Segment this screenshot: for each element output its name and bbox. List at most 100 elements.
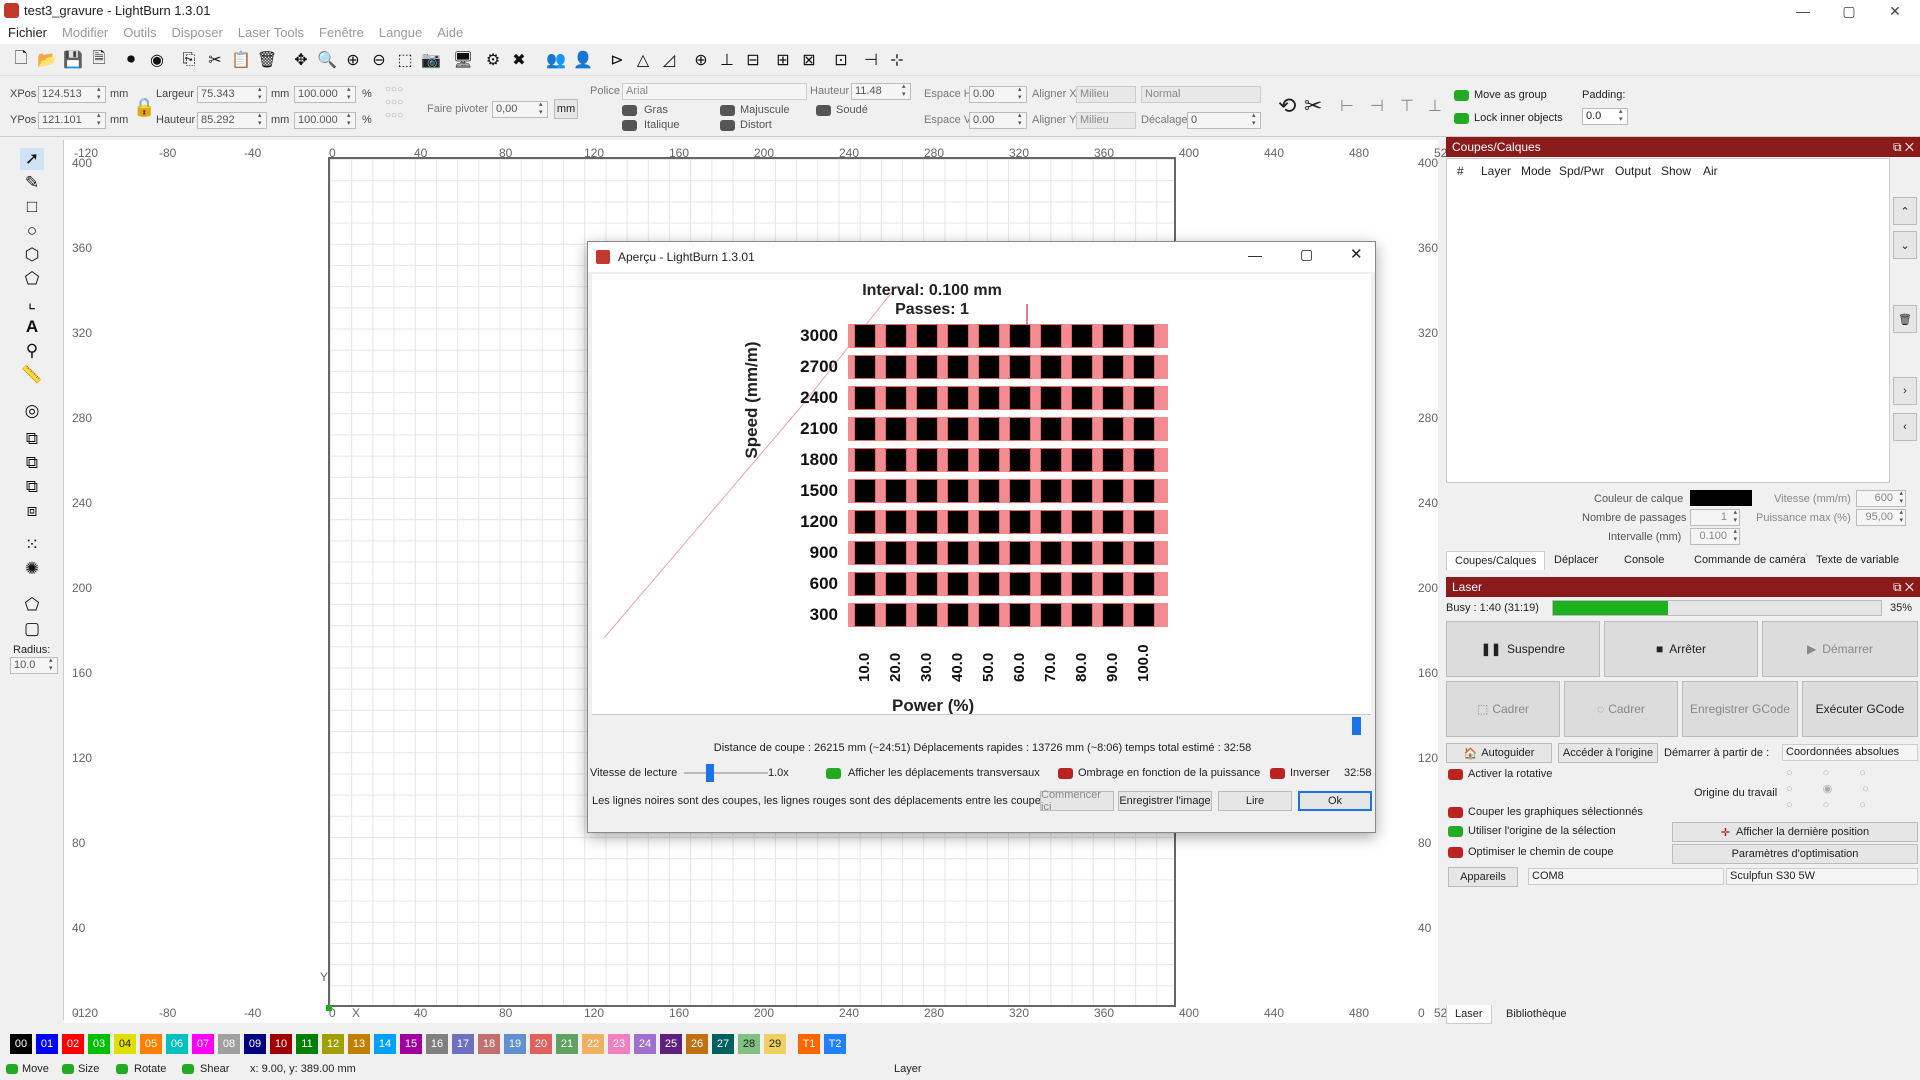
- espace-h-input[interactable]: 0.00: [969, 86, 1027, 103]
- hauteur-input[interactable]: 85.292: [197, 112, 267, 129]
- anchor-grid-icon[interactable]: ○○○ ○○○ ○○○: [385, 83, 403, 122]
- align-center-icon[interactable]: ⊟: [742, 49, 764, 71]
- align-right-icon[interactable]: ⊣: [1370, 96, 1384, 116]
- spacing-icon[interactable]: ⊣: [860, 49, 882, 71]
- trash-icon[interactable]: 🗑: [1893, 305, 1917, 333]
- palette-swatch-12[interactable]: 12: [322, 1034, 344, 1054]
- parametres-optimisation-button[interactable]: Paramètres d'optimisation: [1672, 844, 1918, 864]
- menu-disposer[interactable]: Disposer: [164, 22, 230, 40]
- ellipse-tool-icon[interactable]: ○: [20, 220, 44, 242]
- menu-langue[interactable]: Langue: [371, 22, 429, 40]
- cut-icon[interactable]: ✂: [204, 49, 226, 71]
- palette-swatch-25[interactable]: 25: [660, 1034, 682, 1054]
- coords-select[interactable]: Coordonnées absolues: [1782, 744, 1918, 761]
- pentagon-tool-icon[interactable]: ⬠: [20, 268, 44, 290]
- palette-swatch-19[interactable]: 19: [504, 1034, 526, 1054]
- move-icon[interactable]: ✥: [290, 49, 312, 71]
- commencer-ici-button[interactable]: Commencer ici: [1040, 789, 1114, 813]
- tab-camera[interactable]: Commande de caméra: [1686, 551, 1814, 569]
- palette-swatch-22[interactable]: 22: [582, 1034, 604, 1054]
- tab-deplacer[interactable]: Déplacer: [1546, 551, 1606, 569]
- couper-sel-toggle[interactable]: [1448, 807, 1463, 818]
- enregistrer-gcode-button[interactable]: Enregistrer GCode: [1682, 681, 1798, 737]
- autoguider-button[interactable]: 🏠 Autoguider: [1446, 743, 1552, 763]
- align-left-icon[interactable]: ⊢: [1340, 96, 1354, 116]
- rotate-toggle[interactable]: [116, 1064, 128, 1074]
- preview-scrubber[interactable]: [592, 714, 1371, 735]
- zoom-frame-icon[interactable]: ⬚: [394, 49, 416, 71]
- mirror-icon[interactable]: △: [632, 49, 654, 71]
- palette-swatch-15[interactable]: 15: [400, 1034, 422, 1054]
- size-toggle[interactable]: [62, 1064, 74, 1074]
- shear-toggle[interactable]: [182, 1064, 194, 1074]
- distribute-v-icon[interactable]: ⊠: [798, 49, 820, 71]
- intersect-tool-icon[interactable]: ⧈: [20, 500, 44, 522]
- mm-toggle-button[interactable]: mm: [554, 99, 578, 119]
- radius-input[interactable]: 10.0: [10, 657, 58, 674]
- palette-swatch-26[interactable]: 26: [686, 1034, 708, 1054]
- open-file-icon[interactable]: 📂: [36, 49, 58, 71]
- origin-grid-radios[interactable]: ○○○ ○◉○ ○○○: [1786, 765, 1899, 813]
- menu-outils[interactable]: Outils: [115, 22, 163, 40]
- measure-tool-icon[interactable]: 📏: [20, 364, 44, 386]
- palette-swatch-23[interactable]: 23: [608, 1034, 630, 1054]
- decalage-input[interactable]: 0: [1187, 112, 1261, 129]
- distort-toggle[interactable]: [720, 120, 735, 131]
- ombrage-toggle[interactable]: [1058, 768, 1073, 779]
- majuscule-toggle[interactable]: [720, 105, 735, 116]
- collapse-left-icon[interactable]: ‹: [1893, 413, 1917, 441]
- weld-tool-icon[interactable]: ⧉: [20, 428, 44, 450]
- palette-swatch-17[interactable]: 17: [452, 1034, 474, 1054]
- palette-swatch-28[interactable]: 28: [738, 1034, 760, 1054]
- palette-swatch-29[interactable]: 29: [764, 1034, 786, 1054]
- ungroup-icon[interactable]: 👤: [572, 49, 594, 71]
- palette-swatch-18[interactable]: 18: [478, 1034, 500, 1054]
- optimiser-toggle[interactable]: [1448, 847, 1463, 858]
- dialog-minimize-icon[interactable]: —: [1248, 247, 1262, 263]
- union-tool-icon[interactable]: ⧉: [20, 452, 44, 474]
- tab-coupes[interactable]: Coupes/Calques: [1446, 551, 1546, 570]
- passages-input[interactable]: 1: [1690, 509, 1740, 526]
- expand-right-icon[interactable]: ›: [1893, 377, 1917, 405]
- tab-texte-variable[interactable]: Texte de variable: [1808, 551, 1907, 569]
- lock-icon[interactable]: 🔒: [133, 97, 155, 118]
- import-icon[interactable]: ⏺: [120, 49, 142, 71]
- align-bottom-icon[interactable]: ⊥: [1428, 96, 1442, 116]
- demarrer-button[interactable]: ▶ Démarrer: [1762, 621, 1918, 677]
- palette-swatch-07[interactable]: 07: [192, 1034, 214, 1054]
- device-select[interactable]: Sculpfun S30 5W: [1726, 868, 1918, 885]
- enregistrer-image-button[interactable]: Enregistrer l'image: [1118, 791, 1212, 811]
- palette-swatch-08[interactable]: 08: [218, 1034, 240, 1054]
- cadrer-round-button[interactable]: ◌ Cadrer: [1564, 681, 1678, 737]
- polygon-tool-icon[interactable]: ⬡: [20, 244, 44, 266]
- tab-laser[interactable]: Laser: [1446, 1005, 1492, 1024]
- pivot-input[interactable]: 0,00: [492, 101, 548, 118]
- align-top-icon[interactable]: ⊤: [1400, 96, 1414, 116]
- acceder-origine-button[interactable]: Accéder à l'origine: [1558, 743, 1658, 763]
- new-file-icon[interactable]: 🗋: [10, 49, 32, 71]
- target-icon[interactable]: ⊕: [690, 49, 712, 71]
- zoom-out-icon[interactable]: ⊖: [368, 49, 390, 71]
- delete-icon[interactable]: 🗑: [256, 49, 278, 71]
- menu-modifier[interactable]: Modifier: [54, 22, 115, 40]
- largeur-input[interactable]: 75.343: [197, 86, 267, 103]
- activer-rotative-toggle[interactable]: [1448, 769, 1463, 780]
- rotate-icon[interactable]: ◿: [658, 49, 680, 71]
- move-as-group-toggle[interactable]: [1454, 90, 1469, 101]
- width-percent-input[interactable]: 100.000: [294, 86, 356, 103]
- palette-swatch-20[interactable]: 20: [530, 1034, 552, 1054]
- suspendre-button[interactable]: ❚❚ Suspendre: [1446, 621, 1600, 677]
- move-toggle[interactable]: [6, 1064, 18, 1074]
- distribute-icon[interactable]: ⊞: [772, 49, 794, 71]
- palette-swatch-09[interactable]: 09: [244, 1034, 266, 1054]
- normal-select[interactable]: Normal: [1141, 86, 1261, 103]
- palette-swatch-01[interactable]: 01: [36, 1034, 58, 1054]
- pen-tool-icon[interactable]: ✎: [20, 172, 44, 194]
- menu-laser-tools[interactable]: Laser Tools: [230, 22, 311, 40]
- corner-radius-icon[interactable]: ▢: [20, 618, 44, 640]
- appareils-button[interactable]: Appareils: [1448, 867, 1518, 887]
- palette-swatch-T2[interactable]: T2: [824, 1034, 846, 1054]
- tab-console[interactable]: Console: [1616, 551, 1672, 569]
- utiliser-origine-toggle[interactable]: [1448, 826, 1463, 837]
- lire-button[interactable]: Lire: [1218, 791, 1292, 811]
